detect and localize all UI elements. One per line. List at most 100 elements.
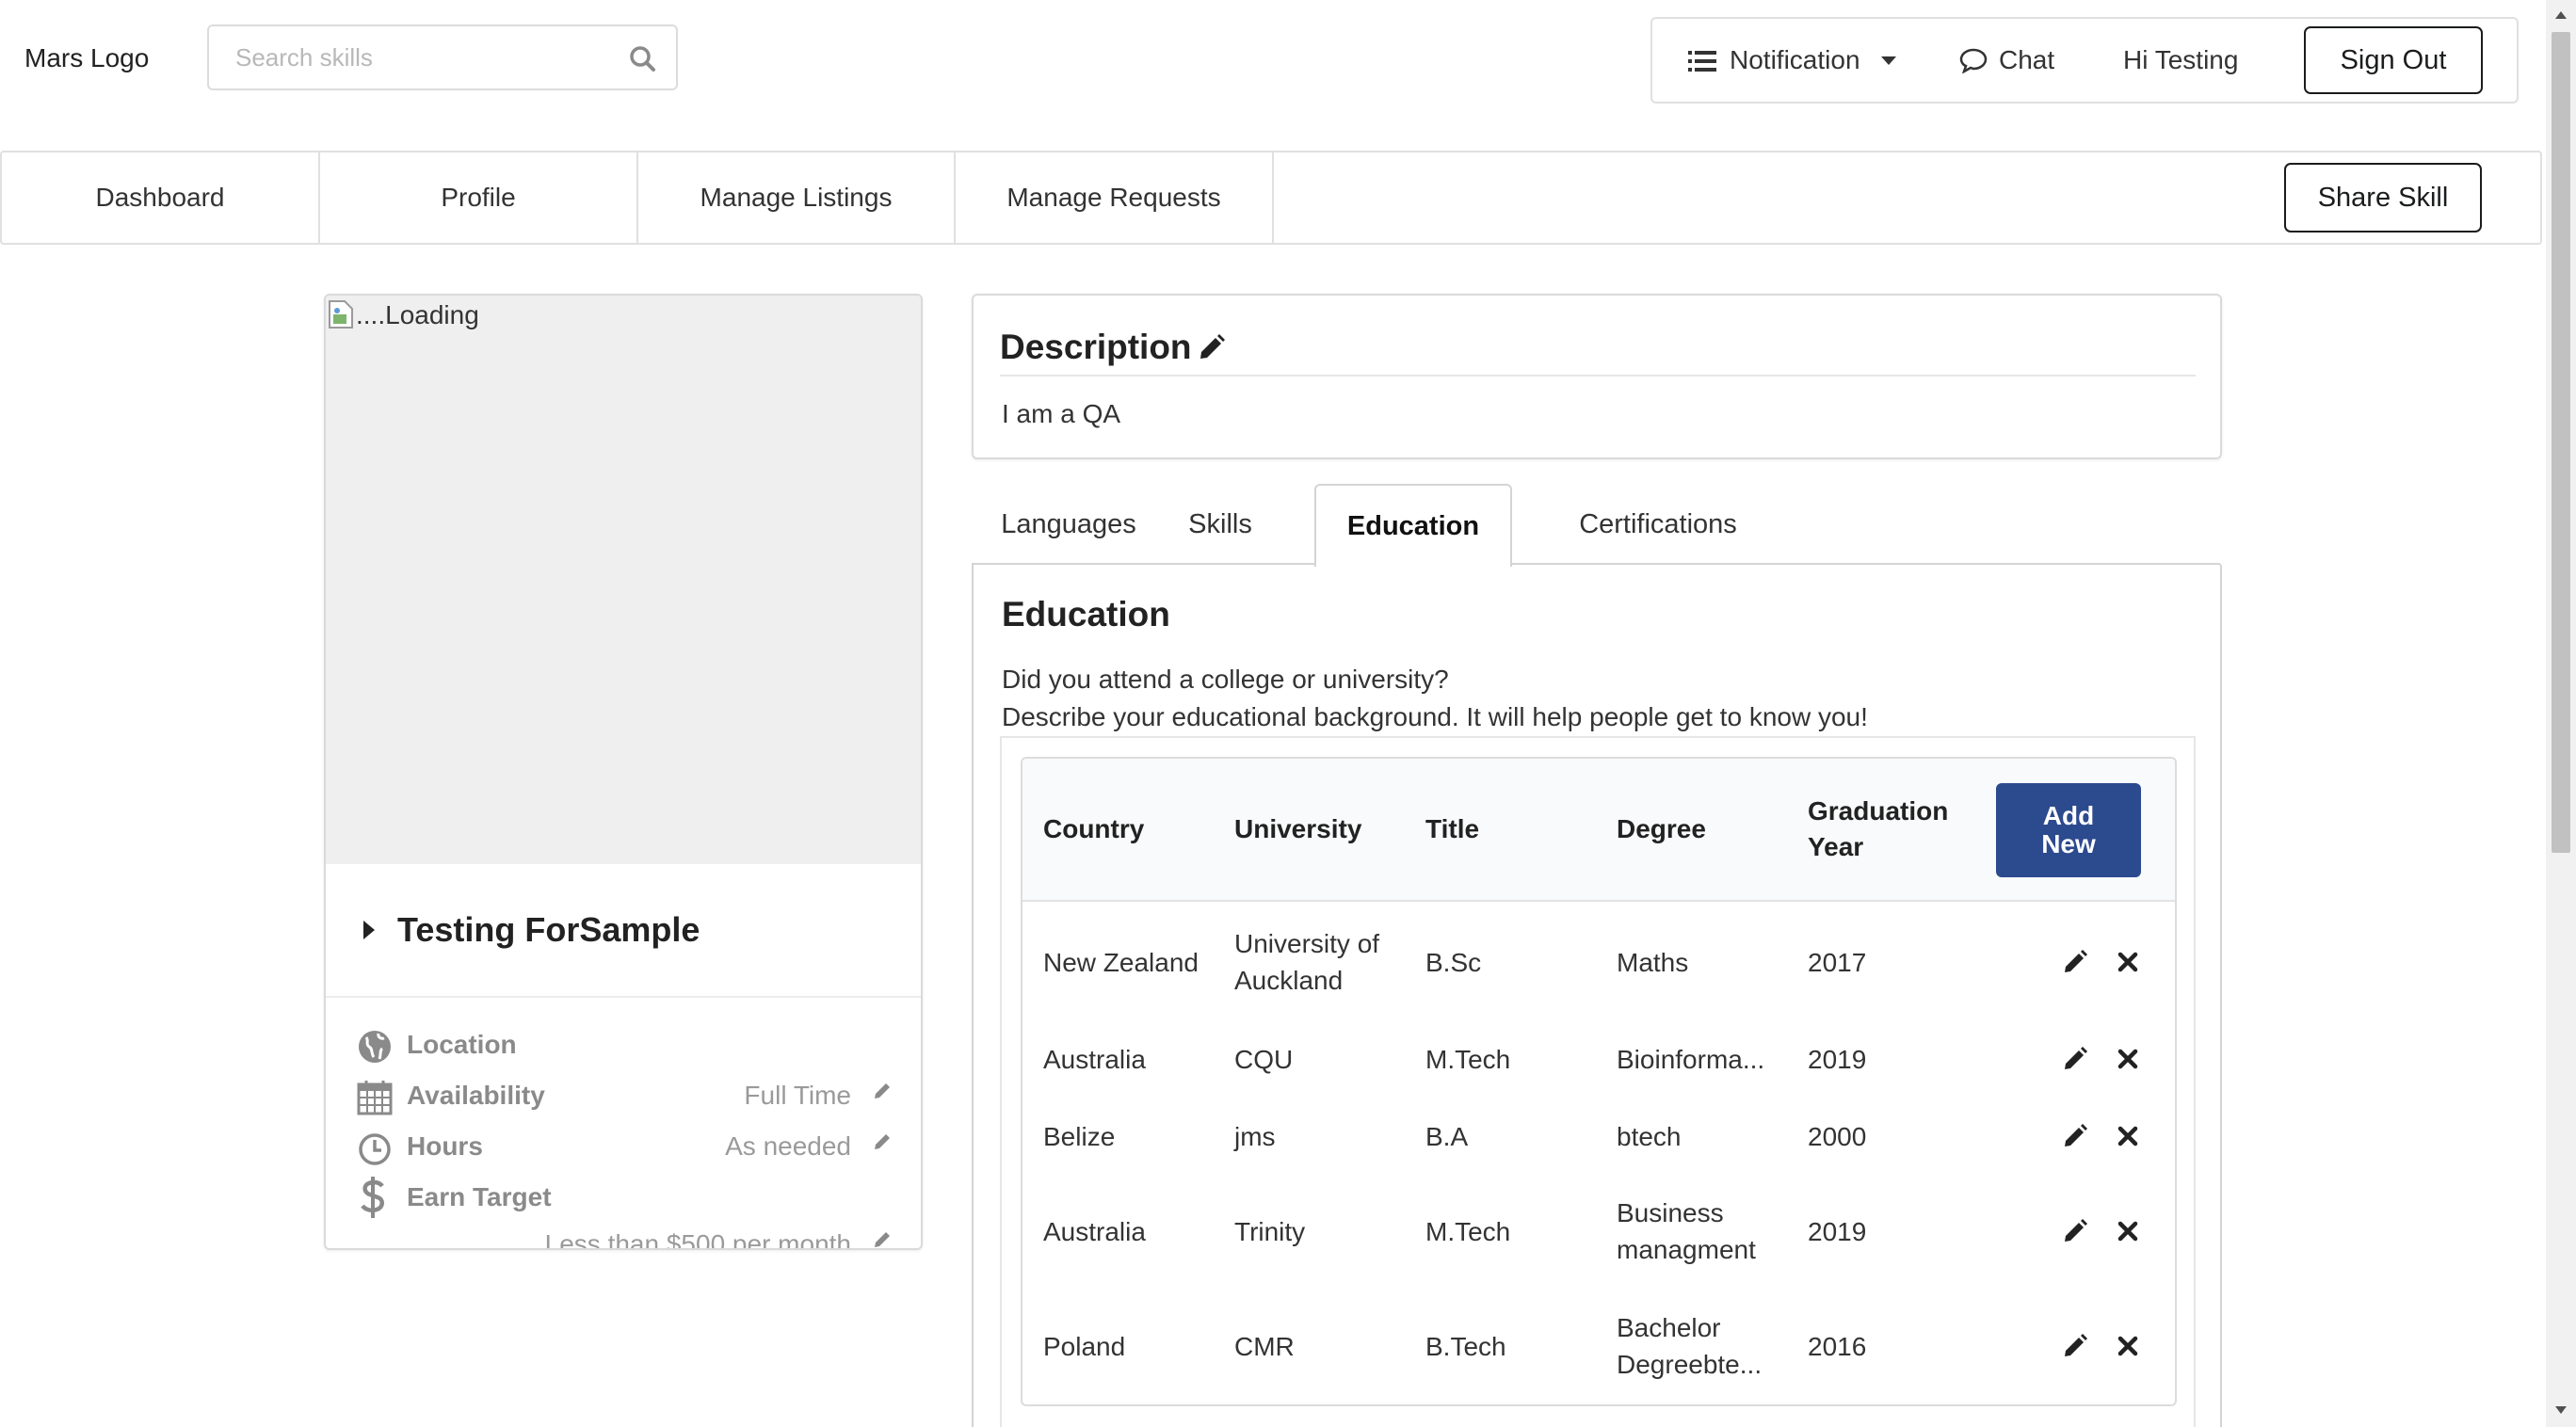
table-row: Australia CQU M.Tech Bioinforma... 2019 [1022,1020,2175,1098]
pencil-icon[interactable] [2062,1046,2088,1072]
edit-description-icon[interactable] [1198,333,1226,361]
cell-title: B.Sc [1425,947,1482,977]
availability-value: Full Time [744,1081,851,1110]
cell-university: CMR [1234,1331,1295,1361]
profile-photo[interactable]: ....Loading [326,296,921,864]
cell-country: New Zealand [1043,947,1199,977]
location-label: Location [407,1030,517,1059]
earn-target-value-row: Less than $500 per month [326,1220,921,1250]
cell-country: Belize [1043,1121,1116,1151]
scroll-up-icon[interactable] [2555,11,2567,19]
pencil-icon[interactable] [2062,1123,2088,1149]
education-table: Country University Title Degree Graduati… [1021,757,2177,1406]
sign-out-button[interactable]: Sign Out [2304,26,2483,94]
education-title: Education [1002,595,1170,633]
description-card: Description I am a QA [972,294,2222,459]
pencil-icon[interactable] [2062,1333,2088,1359]
search-icon[interactable] [625,41,661,77]
close-icon[interactable] [2115,1333,2141,1359]
tab-languages[interactable]: Languages [972,484,1166,565]
edit-availability-icon[interactable] [872,1081,893,1101]
edit-earn-target-icon[interactable] [872,1229,893,1248]
cell-year: 2016 [1808,1331,1867,1361]
scroll-down-icon[interactable] [2555,1406,2567,1414]
pencil-icon[interactable] [2062,1218,2088,1244]
cell-title: B.A [1425,1121,1469,1151]
nav-profile[interactable]: Profile [320,152,638,243]
chat-link[interactable]: Chat [1959,19,2054,102]
add-new-button[interactable]: Add New [1996,783,2141,877]
close-icon[interactable] [2115,1218,2141,1244]
education-instruction: Describe your educational background. It… [1002,702,1868,731]
broken-image-icon [328,299,356,331]
main-nav: Dashboard Profile Manage Listings Manage… [0,151,2542,245]
cell-university: jms [1234,1121,1276,1151]
education-panel: Education Did you attend a college or un… [972,563,2222,1427]
availability-row: Availability Full Time [326,1071,921,1122]
tab-skills[interactable]: Skills [1166,484,1275,565]
caret-right-icon [363,921,375,939]
notification-dropdown[interactable]: Notification [1688,19,1896,102]
cell-year: 2019 [1808,1044,1867,1074]
description-header: Description [1000,320,2196,377]
close-icon[interactable] [2115,949,2141,975]
table-row: New Zealand University of Auckland B.Sc … [1022,904,2175,1020]
cell-degree: Bioinforma... [1617,1044,1765,1074]
header-university: University [1234,814,1362,843]
cell-degree: Maths [1617,947,1689,977]
chat-label: Chat [1999,45,2055,74]
header-graduation-year: Graduation Year [1808,796,1949,861]
scrollbar-thumb[interactable] [2552,32,2570,853]
caret-down-icon [1880,56,1896,65]
cell-year: 2017 [1808,947,1867,977]
availability-label: Availability [407,1081,545,1110]
location-row: Location [326,1020,921,1071]
profile-card: ....Loading Testing ForSample Location A… [324,294,923,1250]
cell-country: Australia [1043,1044,1146,1074]
close-icon[interactable] [2115,1046,2141,1072]
close-icon[interactable] [2115,1123,2141,1149]
cell-degree: Business managment [1617,1198,1756,1264]
profile-name: Testing ForSample [397,910,700,949]
header-country: Country [1043,814,1145,843]
cell-university: Trinity [1234,1216,1306,1246]
cell-degree: btech [1617,1121,1682,1151]
nav-manage-requests[interactable]: Manage Requests [956,152,1274,243]
edit-hours-icon[interactable] [872,1131,893,1152]
tab-education[interactable]: Education [1314,484,1512,567]
nav-manage-listings[interactable]: Manage Listings [638,152,956,243]
cell-country: Poland [1043,1331,1126,1361]
table-header: Country University Title Degree Graduati… [1022,759,2175,902]
header-degree: Degree [1617,814,1706,843]
table-row: Australia Trinity M.Tech Business managm… [1022,1175,2175,1288]
table-row: Poland CMR B.Tech Bachelor Degreebte... … [1022,1288,2175,1404]
tab-certifications[interactable]: Certifications [1540,484,1776,565]
clock-icon [356,1130,394,1167]
description-text: I am a QA [1002,399,1121,428]
user-greeting[interactable]: Hi Testing [2123,19,2238,102]
header-title: Title [1425,814,1480,843]
cell-degree: Bachelor Degreebte... [1617,1313,1763,1379]
earn-target-label: Earn Target [407,1182,552,1211]
list-icon [1688,49,1716,72]
cell-university: CQU [1234,1044,1294,1074]
notification-label: Notification [1730,45,1860,74]
search-input[interactable] [209,26,676,88]
hours-row: Hours As needed [326,1122,921,1173]
cell-title: M.Tech [1425,1216,1511,1246]
hours-value: As needed [725,1131,851,1161]
mars-logo[interactable]: Mars Logo [24,43,149,73]
chat-icon [1959,47,1988,74]
profile-name-row[interactable]: Testing ForSample [326,864,921,998]
share-skill-button[interactable]: Share Skill [2284,163,2482,232]
pencil-icon[interactable] [2062,949,2088,975]
earn-target-value: Less than $500 per month [544,1229,851,1250]
cell-title: M.Tech [1425,1044,1511,1074]
table-row: Belize jms B.A btech 2000 [1022,1098,2175,1175]
description-title: Description [1000,328,1192,366]
nav-dashboard[interactable]: Dashboard [2,152,320,243]
page-scrollbar[interactable] [2546,0,2576,1427]
dollar-icon [358,1175,395,1218]
cell-year: 2000 [1808,1121,1867,1151]
earn-target-row: Earn Target [326,1173,921,1224]
